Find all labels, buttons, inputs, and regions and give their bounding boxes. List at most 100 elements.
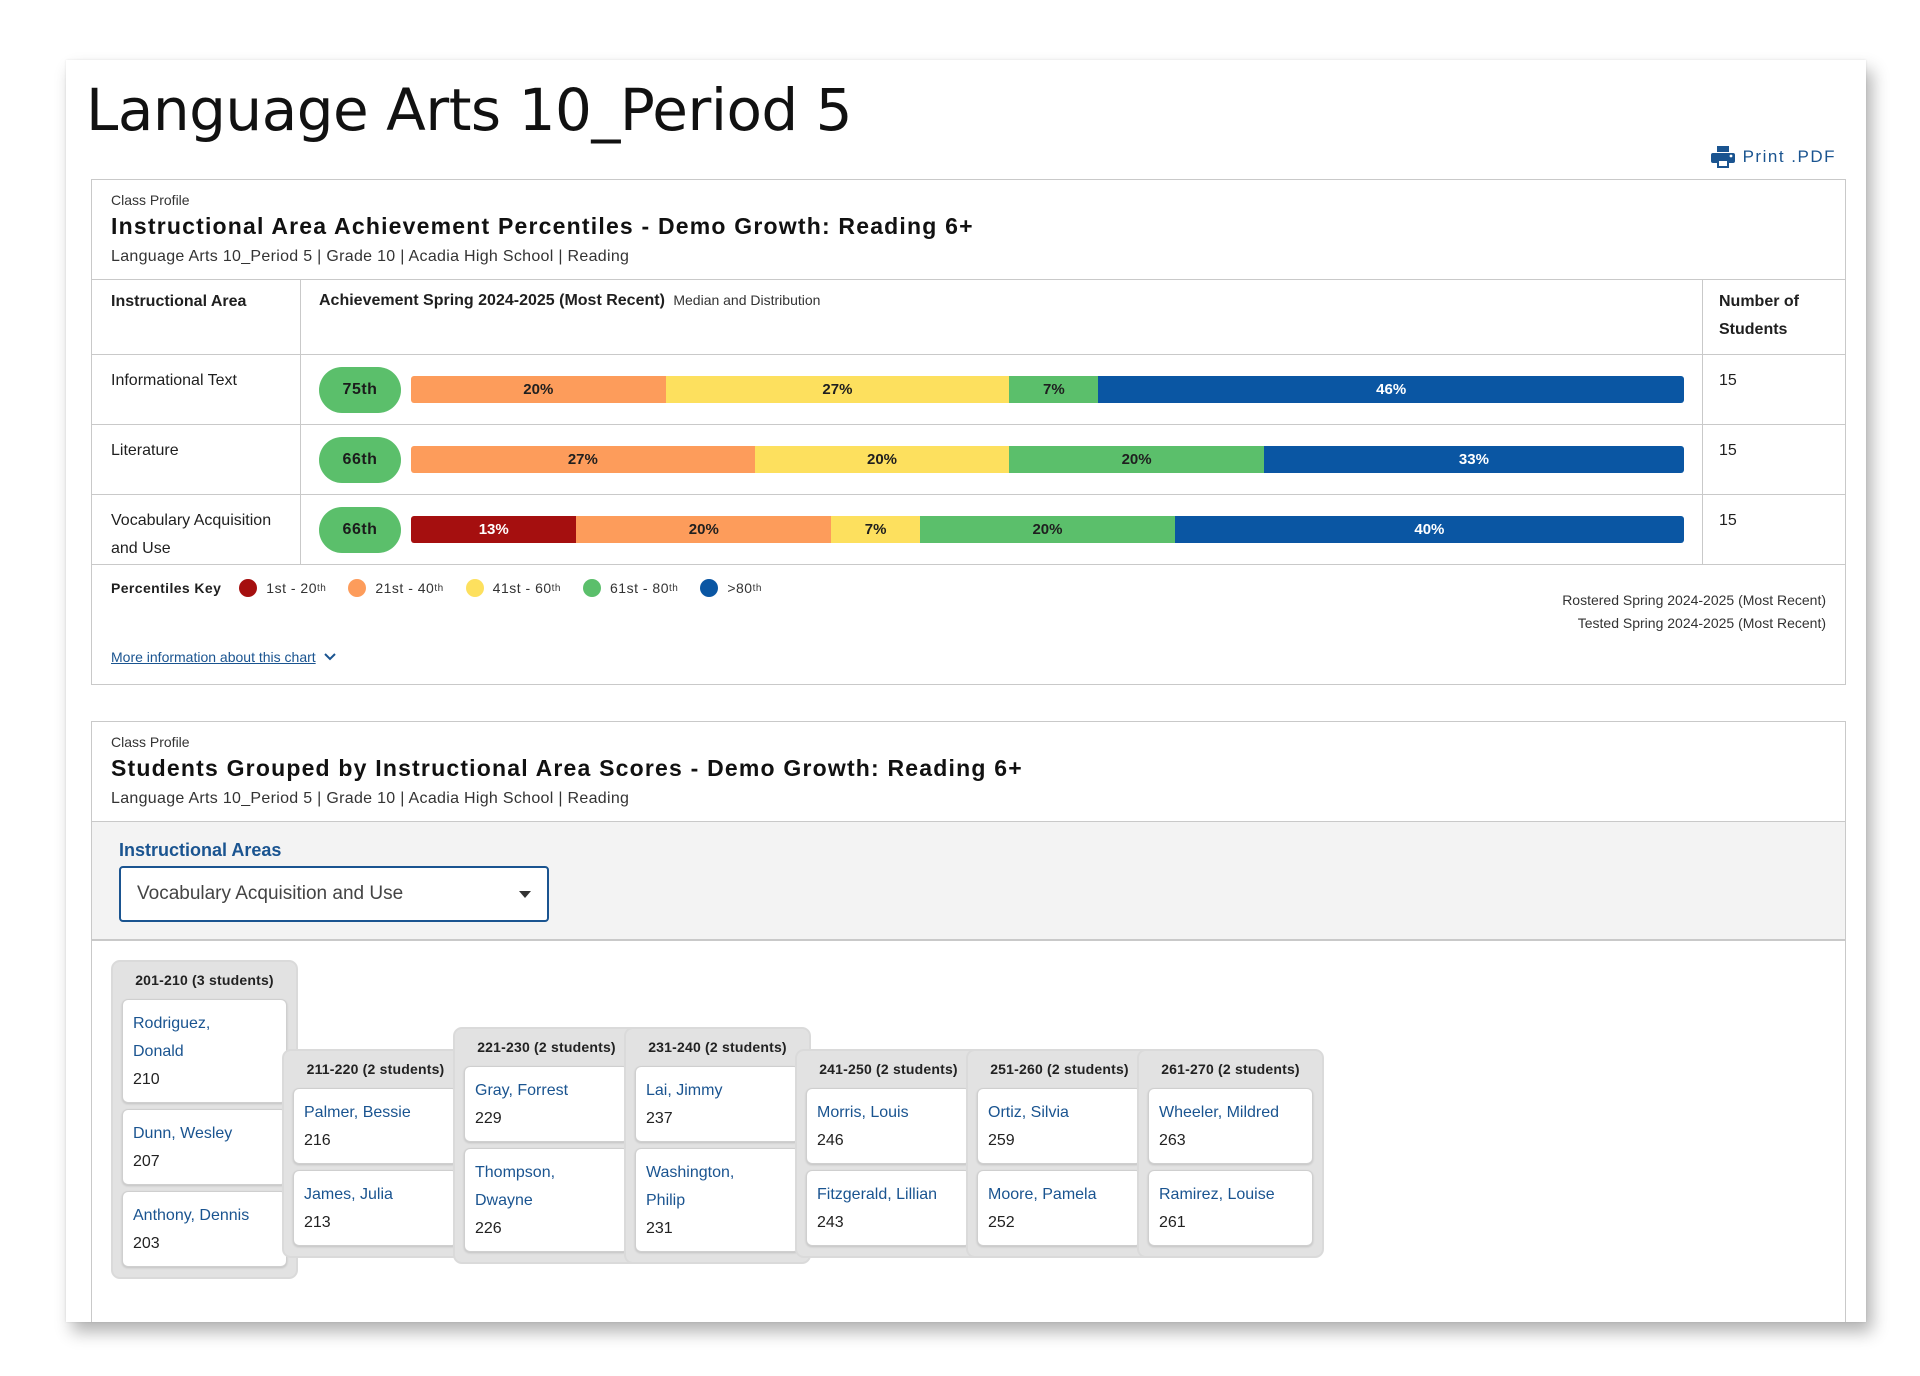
student-name-link[interactable]: Fitzgerald, Lillian	[817, 1181, 960, 1209]
score-group-header: 201-210 (3 students)	[135, 972, 274, 988]
rostered-label: Rostered Spring 2024-2025 (Most Recent)	[1562, 592, 1826, 608]
distribution-segment-61-80: 20%	[1009, 446, 1264, 473]
achievement-table: Instructional Area Achievement Spring 20…	[92, 279, 1845, 565]
achievement-heading: Achievement Spring 2024-2025 (Most Recen…	[319, 292, 665, 309]
key-item: 61st - 80th	[583, 579, 678, 597]
students-header-line1: Number of	[1719, 293, 1799, 310]
key-item-label: 21st - 40	[375, 580, 435, 596]
student-name-link[interactable]: Morris, Louis	[817, 1099, 960, 1127]
score-group-header: 251-260 (2 students)	[990, 1061, 1129, 1077]
key-item: >80 th	[700, 579, 762, 597]
student-card: James, Julia 213	[293, 1170, 458, 1246]
score-group: 241-250 (2 students) Morris, Louis 246 Fitz…	[795, 1049, 982, 1258]
student-name-link[interactable]: Anthony, Dennis	[133, 1202, 276, 1230]
table-header-row: Instructional Area Achievement Spring 20…	[92, 280, 1845, 355]
key-dot-icon	[348, 579, 367, 597]
student-name-link[interactable]: Ortiz, Silvia	[988, 1099, 1131, 1127]
student-card: Ramirez, Louise 261	[1148, 1170, 1313, 1246]
student-name-link[interactable]: Rodriguez,	[133, 1010, 276, 1038]
area-name: Informational Text	[92, 355, 301, 424]
distribution-bar: 13% 20% 7% 20% 40%	[411, 516, 1684, 543]
card-kicker: Class Profile	[111, 192, 190, 208]
key-item-label: 61st - 80	[610, 580, 669, 596]
card-kicker: Class Profile	[111, 734, 190, 750]
student-name-link[interactable]: Ramirez, Louise	[1159, 1181, 1302, 1209]
page-title: Language Arts 10_Period 5	[86, 76, 853, 144]
score-group: 221-230 (2 students) Gray, Forrest 229 Thom…	[453, 1027, 640, 1264]
score-group: 251-260 (2 students) Ortiz, Silvia 259 Moor…	[966, 1049, 1153, 1258]
key-item-label: >80	[727, 580, 753, 596]
distribution-segment-80+: 33%	[1263, 446, 1684, 473]
card-subtitle: Language Arts 10_Period 5 | Grade 10 | A…	[111, 790, 630, 807]
tested-label: Tested Spring 2024-2025 (Most Recent)	[1577, 615, 1826, 631]
student-name-link[interactable]: Lai, Jimmy	[646, 1077, 789, 1105]
student-card: Rodriguez, Donald 210	[122, 999, 287, 1103]
student-card: Ortiz, Silvia 259	[977, 1088, 1142, 1164]
student-name-link[interactable]: Moore, Pamela	[988, 1181, 1131, 1209]
select-value: Vocabulary Acquisition and Use	[137, 883, 404, 904]
distribution-segment-21-40: 27%	[411, 446, 755, 473]
percentiles-key: Percentiles Key 1st - 20th 21st - 40th 41s…	[111, 579, 784, 597]
student-name-link[interactable]: Thompson,	[475, 1159, 618, 1187]
key-dot-icon	[239, 579, 258, 597]
student-card: Washington, Philip 231	[635, 1148, 800, 1252]
key-item-suffix: th	[752, 582, 762, 594]
student-card: Fitzgerald, Lillian 243	[806, 1170, 971, 1246]
caret-down-icon	[519, 890, 531, 898]
score-group-header: 211-220 (2 students)	[306, 1061, 445, 1077]
distribution-bar: 20% 27% 7% 46%	[411, 376, 1684, 403]
student-score: 226	[475, 1220, 502, 1237]
table-row: Vocabulary Acquisition and Use 66th 13% 2…	[92, 495, 1845, 565]
more-info-label: More information about this chart	[111, 649, 316, 665]
column-header-achievement: Achievement Spring 2024-2025 (Most Recen…	[301, 280, 1703, 354]
student-card: Moore, Pamela 252	[977, 1170, 1142, 1246]
student-score: 231	[646, 1220, 673, 1237]
student-score: 216	[304, 1132, 331, 1149]
card-title: Students Grouped by Instructional Area S…	[111, 755, 1023, 781]
percentiles-key-area: Percentiles Key 1st - 20th 21st - 40th 41s…	[92, 565, 1845, 680]
student-name-link[interactable]: Dunn, Wesley	[133, 1120, 276, 1148]
student-name-link[interactable]: Wheeler, Mildred	[1159, 1099, 1302, 1127]
student-card: Gray, Forrest 229	[464, 1066, 629, 1142]
print-pdf-button[interactable]: Print .PDF	[1710, 146, 1836, 168]
student-score: 243	[817, 1214, 844, 1231]
distribution-cell: 66th 27% 20% 20% 33%	[301, 425, 1703, 494]
area-name-line2: and Use	[111, 540, 171, 557]
distribution-segment-61-80: 20%	[920, 516, 1175, 543]
student-count: 15	[1719, 442, 1737, 459]
student-name-link[interactable]: Dwayne	[475, 1187, 618, 1215]
card-header: Class Profile Instructional Area Achieve…	[92, 180, 1845, 279]
distribution-cell: 75th 20% 27% 7% 46%	[301, 355, 1703, 424]
score-group: 231-240 (2 students) Lai, Jimmy 237 Washing…	[624, 1027, 811, 1264]
column-header-area: Instructional Area	[92, 280, 301, 354]
student-name-link[interactable]: James, Julia	[304, 1181, 447, 1209]
student-score: 237	[646, 1110, 673, 1127]
distribution-bar: 27% 20% 20% 33%	[411, 446, 1684, 473]
student-name-link[interactable]: Philip	[646, 1187, 789, 1215]
student-name-link[interactable]: Donald	[133, 1038, 276, 1066]
median-pill: 66th	[319, 436, 401, 483]
score-group-header: 221-230 (2 students)	[477, 1039, 616, 1055]
distribution-segment-41-60: 27%	[665, 376, 1010, 403]
student-score: 263	[1159, 1132, 1186, 1149]
student-name-link[interactable]: Palmer, Bessie	[304, 1099, 447, 1127]
student-score: 252	[988, 1214, 1015, 1231]
student-card: Wheeler, Mildred 263	[1148, 1088, 1313, 1164]
student-name-link[interactable]: Gray, Forrest	[475, 1077, 618, 1105]
key-item: 1st - 20th	[239, 579, 326, 597]
students-grouped-card: Class Profile Students Grouped by Instru…	[91, 721, 1846, 1322]
student-name-link[interactable]: Washington,	[646, 1159, 789, 1187]
student-card: Lai, Jimmy 237	[635, 1066, 800, 1142]
more-info-link[interactable]: More information about this chart	[111, 649, 336, 665]
key-item-suffix: th	[434, 582, 444, 594]
student-count: 15	[1719, 512, 1737, 529]
student-count: 15	[1719, 372, 1737, 389]
distribution-segment-61-80: 7%	[1009, 376, 1099, 403]
key-item-label: 41st - 60	[492, 580, 552, 596]
distribution-segment-41-60: 20%	[754, 446, 1010, 473]
instructional-area-select[interactable]: Vocabulary Acquisition and Use	[119, 866, 549, 922]
score-group-header: 231-240 (2 students)	[648, 1039, 787, 1055]
student-score: 261	[1159, 1214, 1186, 1231]
rostered-tested-info: Rostered Spring 2024-2025 (Most Recent) …	[1562, 589, 1826, 635]
student-score: 246	[817, 1132, 844, 1149]
